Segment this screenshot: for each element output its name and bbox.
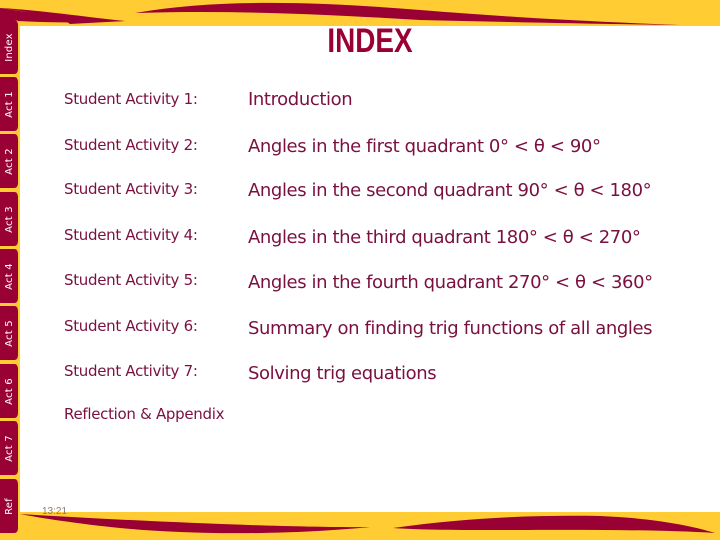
tab-act-1-label: Act 1 [3, 90, 15, 118]
activity-description[interactable]: Angles in the third quadrant 180° < θ < … [248, 227, 641, 248]
tab-act-4-label: Act 4 [3, 262, 15, 290]
activity-description[interactable]: Solving trig equations [248, 363, 437, 384]
tab-act-1[interactable]: Act 1 [0, 77, 20, 131]
activity-description[interactable]: Angles in the second quadrant 90° < θ < … [248, 180, 652, 201]
activity-label: Student Activity 1: [64, 90, 198, 108]
tab-ref-label: Ref [3, 497, 15, 515]
footer-date: 13:21 [42, 506, 68, 517]
bottom-wave-right [393, 515, 715, 533]
tab-act-7-label: Act 7 [3, 434, 15, 462]
tab-act-7[interactable]: Act 7 [0, 421, 20, 475]
tab-index-label: Index [3, 32, 15, 62]
tab-act-6[interactable]: Act 6 [0, 364, 20, 418]
reflection-appendix-link[interactable]: Reflection & Appendix [64, 405, 224, 423]
bottom-wave-left [20, 514, 370, 534]
tab-index[interactable]: Index [0, 20, 20, 74]
decorative-waves [0, 2, 715, 534]
tab-act-6-label: Act 6 [3, 377, 15, 405]
tab-act-2-label: Act 2 [3, 147, 15, 175]
activity-description[interactable]: Angles in the fourth quadrant 270° < θ <… [248, 272, 653, 293]
tab-act-4[interactable]: Act 4 [0, 249, 20, 303]
activity-label: Student Activity 4: [64, 226, 198, 244]
activity-description[interactable]: Introduction [248, 89, 353, 110]
activity-label: Student Activity 3: [64, 180, 198, 198]
tab-act-3-label: Act 3 [3, 205, 15, 233]
activity-label: Student Activity 6: [64, 317, 198, 335]
tab-act-5[interactable]: Act 5 [0, 306, 20, 360]
tab-act-2[interactable]: Act 2 [0, 134, 20, 188]
activity-description[interactable]: Summary on finding trig functions of all… [248, 318, 653, 339]
tab-ref[interactable]: Ref [0, 479, 20, 533]
activity-label: Student Activity 5: [64, 271, 198, 289]
page-title: INDEX [327, 22, 413, 60]
tab-act-3[interactable]: Act 3 [0, 192, 20, 246]
activity-label: Student Activity 7: [64, 362, 198, 380]
activity-description[interactable]: Angles in the first quadrant 0° < θ < 90… [248, 136, 601, 157]
tab-act-5-label: Act 5 [3, 319, 15, 347]
activity-label: Student Activity 2: [64, 136, 198, 154]
